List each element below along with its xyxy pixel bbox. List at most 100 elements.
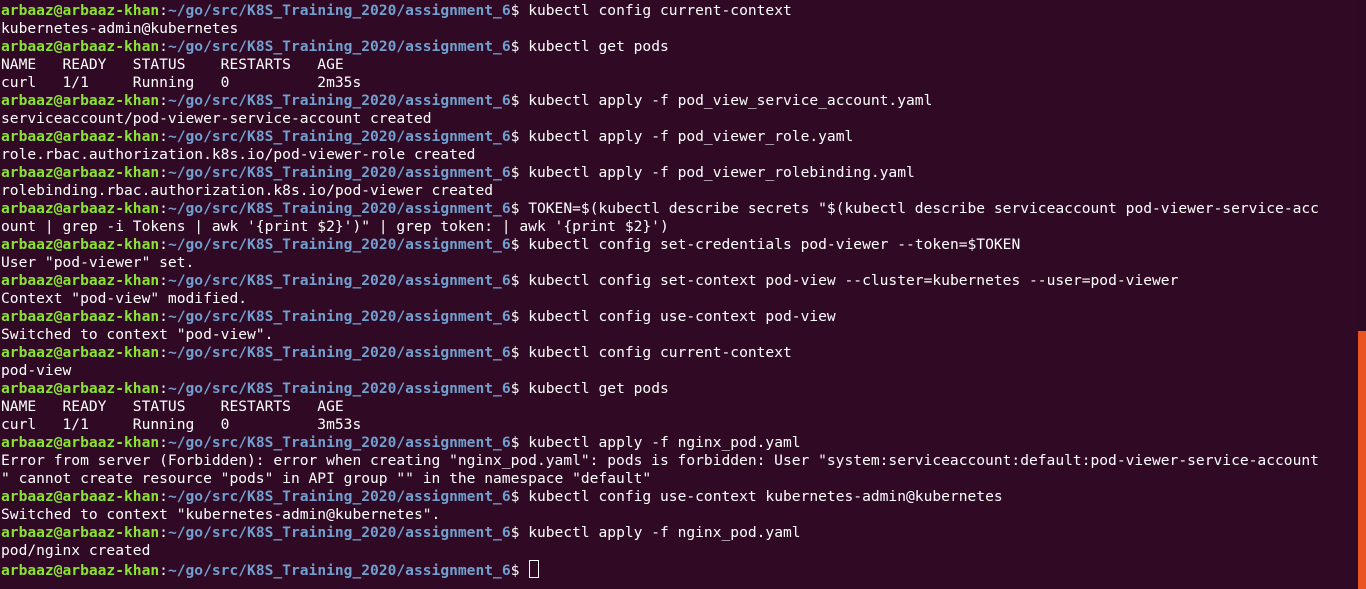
output-text: ount | grep -i Tokens | awk '{print $2}'…	[1, 218, 669, 235]
output-line: ount | grep -i Tokens | awk '{print $2}'…	[1, 218, 1319, 236]
prompt-colon: :	[159, 164, 168, 181]
output-line: Error from server (Forbidden): error whe…	[1, 452, 1319, 470]
output-text: Switched to context "pod-view".	[1, 326, 274, 343]
prompt-user-host: arbaaz@arbaaz-khan	[1, 524, 160, 541]
output-line: Context "pod-view" modified.	[1, 290, 1319, 308]
command-line: arbaaz@arbaaz-khan:~/go/src/K8S_Training…	[1, 524, 1319, 542]
prompt-user-host: arbaaz@arbaaz-khan	[1, 236, 160, 253]
prompt-colon: :	[159, 128, 168, 145]
prompt-dollar: $	[510, 2, 529, 19]
command-text: kubectl apply -f nginx_pod.yaml	[528, 524, 801, 541]
text-cursor[interactable]	[529, 560, 540, 578]
prompt-colon: :	[159, 434, 168, 451]
prompt-user-host: arbaaz@arbaaz-khan	[1, 308, 160, 325]
output-text: role.rbac.authorization.k8s.io/pod-viewe…	[1, 146, 476, 163]
prompt-path: ~/go/src/K8S_Training_2020/assignment_6	[167, 272, 511, 289]
prompt-user-host: arbaaz@arbaaz-khan	[1, 128, 160, 145]
command-line: arbaaz@arbaaz-khan:~/go/src/K8S_Training…	[1, 434, 1319, 452]
prompt-path: ~/go/src/K8S_Training_2020/assignment_6	[167, 380, 511, 397]
terminal-window[interactable]: arbaaz@arbaaz-khan:~/go/src/K8S_Training…	[0, 0, 1366, 589]
prompt-dollar: $	[510, 380, 529, 397]
command-line: arbaaz@arbaaz-khan:~/go/src/K8S_Training…	[1, 200, 1319, 218]
output-text: serviceaccount/pod-viewer-service-accoun…	[1, 110, 432, 127]
prompt-dollar: $	[510, 434, 529, 451]
output-line: Switched to context "kubernetes-admin@ku…	[1, 506, 1319, 524]
prompt-user-host: arbaaz@arbaaz-khan	[1, 38, 160, 55]
command-text: kubectl config use-context pod-view	[528, 308, 836, 325]
prompt-path: ~/go/src/K8S_Training_2020/assignment_6	[167, 344, 511, 361]
command-line: arbaaz@arbaaz-khan:~/go/src/K8S_Training…	[1, 2, 1319, 20]
command-line: arbaaz@arbaaz-khan:~/go/src/K8S_Training…	[1, 380, 1319, 398]
command-line: arbaaz@arbaaz-khan:~/go/src/K8S_Training…	[1, 92, 1319, 110]
prompt-colon: :	[159, 524, 168, 541]
prompt-path: ~/go/src/K8S_Training_2020/assignment_6	[167, 164, 511, 181]
output-line: pod/nginx created	[1, 542, 1319, 560]
prompt-colon: :	[159, 272, 168, 289]
output-line: " cannot create resource "pods" in API g…	[1, 470, 1319, 488]
command-text: kubectl apply -f pod_view_service_accoun…	[528, 92, 933, 109]
command-line: arbaaz@arbaaz-khan:~/go/src/K8S_Training…	[1, 164, 1319, 182]
output-text: curl 1/1 Running 0 2m35s	[1, 74, 362, 91]
output-line: serviceaccount/pod-viewer-service-accoun…	[1, 110, 1319, 128]
prompt-user-host: arbaaz@arbaaz-khan	[1, 488, 160, 505]
prompt-path: ~/go/src/K8S_Training_2020/assignment_6	[167, 562, 511, 579]
command-text: kubectl get pods	[528, 38, 669, 55]
command-text: kubectl config current-context	[528, 2, 792, 19]
prompt-user-host: arbaaz@arbaaz-khan	[1, 380, 160, 397]
prompt-path: ~/go/src/K8S_Training_2020/assignment_6	[167, 128, 511, 145]
output-text: pod/nginx created	[1, 542, 151, 559]
prompt-dollar: $	[510, 128, 529, 145]
output-line: role.rbac.authorization.k8s.io/pod-viewe…	[1, 146, 1319, 164]
output-line: rolebinding.rbac.authorization.k8s.io/po…	[1, 182, 1319, 200]
output-text: Error from server (Forbidden): error whe…	[1, 452, 1319, 469]
prompt-colon: :	[159, 488, 168, 505]
prompt-path: ~/go/src/K8S_Training_2020/assignment_6	[167, 434, 511, 451]
prompt-colon: :	[159, 380, 168, 397]
command-line: arbaaz@arbaaz-khan:~/go/src/K8S_Training…	[1, 128, 1319, 146]
output-text: User "pod-viewer" set.	[1, 254, 195, 271]
output-text: " cannot create resource "pods" in API g…	[1, 470, 652, 487]
output-text: NAME READY STATUS RESTARTS AGE	[1, 56, 344, 73]
prompt-user-host: arbaaz@arbaaz-khan	[1, 272, 160, 289]
prompt-dollar: $	[510, 524, 529, 541]
prompt-path: ~/go/src/K8S_Training_2020/assignment_6	[167, 38, 511, 55]
prompt-user-host: arbaaz@arbaaz-khan	[1, 562, 160, 579]
output-line: User "pod-viewer" set.	[1, 254, 1319, 272]
prompt-user-host: arbaaz@arbaaz-khan	[1, 434, 160, 451]
output-text: pod-view	[1, 362, 72, 379]
prompt-colon: :	[159, 200, 168, 217]
prompt-path: ~/go/src/K8S_Training_2020/assignment_6	[167, 200, 511, 217]
output-line: kubernetes-admin@kubernetes	[1, 20, 1319, 38]
prompt-dollar: $	[510, 200, 529, 217]
prompt-colon: :	[159, 344, 168, 361]
prompt-dollar: $	[510, 38, 529, 55]
prompt-dollar: $	[510, 164, 529, 181]
terminal-output[interactable]: arbaaz@arbaaz-khan:~/go/src/K8S_Training…	[1, 2, 1319, 579]
output-text: Context "pod-view" modified.	[1, 290, 248, 307]
output-line: NAME READY STATUS RESTARTS AGE	[1, 398, 1319, 416]
prompt-dollar: $	[510, 272, 529, 289]
prompt-user-host: arbaaz@arbaaz-khan	[1, 344, 160, 361]
prompt-path: ~/go/src/K8S_Training_2020/assignment_6	[167, 488, 511, 505]
output-line: NAME READY STATUS RESTARTS AGE	[1, 56, 1319, 74]
scrollbar-thumb[interactable]	[1358, 331, 1366, 589]
prompt-dollar: $	[510, 488, 529, 505]
prompt-colon: :	[159, 236, 168, 253]
output-text: NAME READY STATUS RESTARTS AGE	[1, 398, 344, 415]
command-line: arbaaz@arbaaz-khan:~/go/src/K8S_Training…	[1, 308, 1319, 326]
prompt-path: ~/go/src/K8S_Training_2020/assignment_6	[167, 92, 511, 109]
scrollbar[interactable]	[1358, 0, 1366, 589]
active-prompt-line: arbaaz@arbaaz-khan:~/go/src/K8S_Training…	[1, 560, 1319, 579]
command-text: TOKEN=$(kubectl describe secrets "$(kube…	[528, 200, 1319, 217]
prompt-dollar: $	[510, 308, 529, 325]
prompt-colon: :	[159, 562, 168, 579]
command-text: kubectl apply -f pod_viewer_rolebinding.…	[528, 164, 915, 181]
command-line: arbaaz@arbaaz-khan:~/go/src/K8S_Training…	[1, 344, 1319, 362]
prompt-colon: :	[159, 92, 168, 109]
prompt-user-host: arbaaz@arbaaz-khan	[1, 200, 160, 217]
prompt-user-host: arbaaz@arbaaz-khan	[1, 92, 160, 109]
command-line: arbaaz@arbaaz-khan:~/go/src/K8S_Training…	[1, 272, 1319, 290]
prompt-path: ~/go/src/K8S_Training_2020/assignment_6	[167, 236, 511, 253]
prompt-dollar: $	[510, 344, 529, 361]
command-line: arbaaz@arbaaz-khan:~/go/src/K8S_Training…	[1, 38, 1319, 56]
